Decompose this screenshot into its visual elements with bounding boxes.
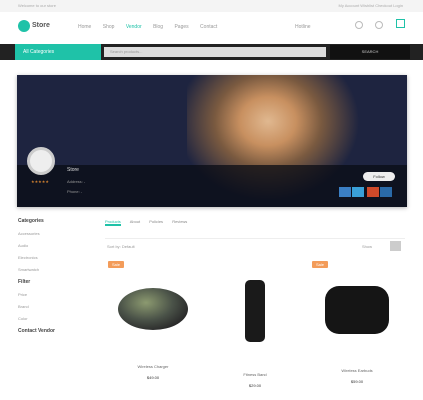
nav-item[interactable]: Home — [78, 24, 91, 30]
sidebar-item[interactable]: Electronics — [18, 255, 100, 260]
product-card[interactable]: Sale Wireless Charger $49.00 — [108, 261, 198, 380]
sidebar-item[interactable]: Accessories — [18, 231, 100, 236]
product-card[interactable]: Fitness Band $29.00 — [210, 262, 300, 388]
welcome-text: Welcome to our store — [18, 3, 56, 8]
store-phone: Phone: - — [67, 189, 83, 194]
nav-item[interactable]: Vendor — [126, 24, 142, 30]
top-bar: Welcome to our store My Account Wishlist… — [0, 0, 423, 12]
category-dropdown[interactable]: All Categories — [15, 44, 101, 60]
grid-view-icon[interactable] — [390, 241, 401, 251]
search-input[interactable]: Search products... — [104, 47, 326, 57]
divider — [105, 238, 405, 239]
store-rating: ★★★★★ — [31, 179, 49, 184]
tab-about[interactable]: About — [130, 219, 140, 224]
product-name[interactable]: Wireless Earbuds — [312, 368, 402, 373]
product-image[interactable] — [118, 288, 188, 330]
view-label: Show — [362, 244, 373, 249]
store-name: Store — [67, 167, 79, 173]
tab-reviews[interactable]: Reviews — [172, 219, 187, 224]
logo[interactable]: Store — [32, 22, 50, 29]
wishlist-icon[interactable] — [375, 21, 383, 29]
sidebar-item[interactable]: Smartwatch — [18, 267, 100, 272]
header: Store Home Shop Vendor Blog Pages Contac… — [0, 12, 423, 42]
account-links[interactable]: My Account Wishlist Checkout Login — [339, 0, 403, 12]
product-card[interactable]: Sale Wireless Earbuds $59.00 — [312, 261, 402, 384]
nav-item[interactable]: Shop — [103, 24, 115, 30]
facebook-icon[interactable] — [339, 187, 351, 197]
sidebar: Categories Accessories Audio Electronics… — [18, 218, 100, 341]
product-image[interactable] — [325, 286, 389, 334]
main-nav: Home Shop Vendor Blog Pages Contact — [78, 24, 227, 30]
user-icon[interactable] — [355, 21, 363, 29]
sidebar-item[interactable]: Audio — [18, 243, 100, 248]
hotline: Hotline — [295, 24, 311, 30]
product-price: $29.00 — [248, 383, 262, 388]
product-name[interactable]: Wireless Charger — [108, 364, 198, 369]
sidebar-item[interactable]: Price — [18, 292, 100, 297]
nav-item[interactable]: Blog — [153, 24, 163, 30]
follow-button[interactable]: Follow — [363, 172, 395, 181]
logo-icon — [18, 20, 30, 32]
product-price: $59.00 — [350, 379, 364, 384]
twitter-icon[interactable] — [352, 187, 364, 197]
sidebar-item[interactable]: Color — [18, 316, 100, 321]
sort-select[interactable]: Sort by: Default — [107, 244, 135, 249]
store-tabs: Products About Policies Reviews — [105, 219, 187, 226]
product-price: $49.00 — [146, 375, 160, 380]
cart-icon[interactable] — [396, 19, 405, 28]
tab-policies[interactable]: Policies — [149, 219, 163, 224]
product-name[interactable]: Fitness Band — [210, 372, 300, 377]
nav-item[interactable]: Pages — [174, 24, 188, 30]
sidebar-heading: Categories — [18, 218, 44, 224]
tab-products[interactable]: Products — [105, 219, 121, 226]
store-banner: ★★★★★ Store Address: - Phone: - Follow — [17, 75, 407, 207]
linkedin-icon[interactable] — [380, 187, 392, 197]
google-icon[interactable] — [367, 187, 379, 197]
sidebar-item[interactable]: Brand — [18, 304, 100, 309]
sidebar-heading: Contact Vendor — [18, 328, 55, 334]
search-button[interactable]: SEARCH — [330, 45, 410, 59]
store-avatar — [27, 147, 55, 175]
nav-item[interactable]: Contact — [200, 24, 217, 30]
sidebar-heading: Filter — [18, 279, 31, 285]
product-image[interactable] — [245, 280, 265, 342]
sale-badge: Sale — [312, 261, 329, 268]
store-address: Address: - — [67, 179, 86, 184]
sale-badge: Sale — [108, 261, 125, 268]
